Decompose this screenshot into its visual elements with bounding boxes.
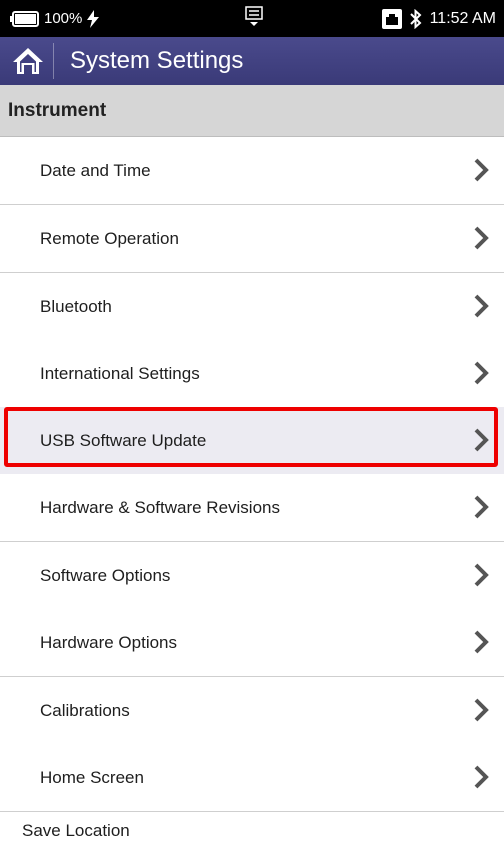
section-header-instrument: Instrument (0, 85, 504, 137)
clock: 11:52 AM (429, 9, 496, 27)
status-bar: 100% 11:52 AM (0, 0, 504, 37)
page-title: System Settings (70, 47, 244, 74)
home-icon (13, 48, 43, 74)
list-item-label: Hardware Options (40, 633, 178, 652)
list-item-label: Bluetooth (40, 297, 112, 316)
title-bar: System Settings (0, 37, 504, 85)
list-item-software-options[interactable]: Software Options (0, 542, 504, 610)
status-right: 11:52 AM (381, 0, 496, 37)
chevron-right-icon (474, 226, 489, 250)
keyboard-notification-icon (245, 6, 263, 26)
list-item-hardware-options[interactable]: Hardware Options (0, 609, 504, 677)
list-item-remote-operation[interactable]: Remote Operation (0, 205, 504, 273)
chevron-right-icon (474, 563, 489, 587)
bluetooth-icon (409, 8, 422, 29)
list-item-date-and-time[interactable]: Date and Time (0, 137, 504, 205)
list-item-label: Date and Time (40, 161, 151, 180)
chevron-right-icon (474, 630, 489, 654)
section-title: Instrument (8, 100, 107, 121)
chevron-right-icon (474, 361, 489, 385)
list-item-international-settings[interactable]: International Settings (0, 340, 504, 408)
list-item-label: Home Screen (40, 768, 144, 787)
charging-icon (87, 9, 100, 28)
list-item-label: International Settings (40, 364, 200, 383)
chevron-right-icon (474, 698, 489, 722)
chevron-right-icon (474, 158, 489, 182)
list-item-label: Hardware & Software Revisions (40, 498, 280, 517)
list-item-usb-software-update[interactable]: USB Software Update (0, 407, 504, 475)
battery-percent: 100% (44, 10, 83, 27)
list-item-save-location[interactable]: Save Location (0, 813, 504, 843)
chevron-right-icon (474, 294, 489, 318)
ethernet-icon (381, 8, 402, 29)
list-item-label: Calibrations (40, 701, 130, 720)
status-left: 100% (10, 0, 100, 37)
list-item-label: USB Software Update (40, 431, 207, 450)
list-item-label: Remote Operation (40, 229, 179, 248)
list-item-bluetooth[interactable]: Bluetooth (0, 273, 504, 341)
title-divider (53, 43, 54, 79)
list-item-hardware-software-revisions[interactable]: Hardware & Software Revisions (0, 474, 504, 542)
list-item-calibrations[interactable]: Calibrations (0, 677, 504, 745)
list-item-label: Save Location (22, 821, 130, 840)
chevron-right-icon (474, 765, 489, 789)
battery-icon (10, 10, 39, 27)
home-button[interactable] (8, 43, 48, 79)
list-item-home-screen[interactable]: Home Screen (0, 744, 504, 812)
chevron-right-icon (474, 495, 489, 519)
chevron-right-icon (474, 428, 489, 452)
list-item-label: Software Options (40, 566, 171, 585)
